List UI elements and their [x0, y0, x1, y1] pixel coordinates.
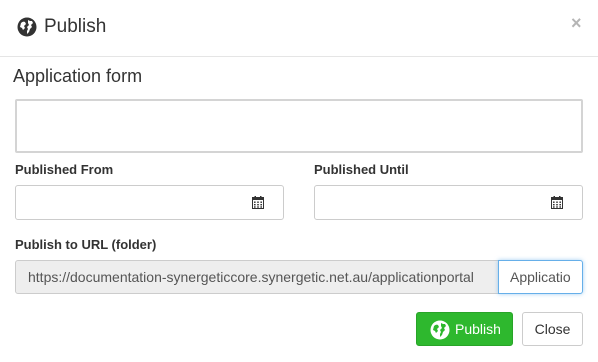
published-from-input[interactable] [15, 185, 284, 220]
publish-button[interactable]: Publish [416, 312, 513, 346]
close-button[interactable]: Close [522, 312, 583, 346]
globe-icon [17, 17, 37, 37]
dialog-title: Publish [44, 16, 107, 37]
application-form-field[interactable] [15, 99, 583, 153]
globe-icon [430, 319, 450, 340]
publish-url-label: Publish to URL (folder) [15, 237, 157, 252]
dialog-header: Publish × [0, 0, 598, 57]
published-from-label: Published From [15, 162, 114, 177]
url-folder-input[interactable] [498, 260, 583, 294]
publish-button-label: Publish [455, 321, 501, 337]
calendar-icon[interactable] [551, 196, 563, 209]
published-until-label: Published Until [314, 162, 409, 177]
base-url-addon: https://documentation-synergeticcore.syn… [15, 260, 499, 294]
published-until-input[interactable] [314, 185, 583, 220]
close-icon[interactable]: × [571, 14, 582, 32]
calendar-icon[interactable] [252, 196, 264, 209]
section-title: Application form [13, 66, 143, 86]
